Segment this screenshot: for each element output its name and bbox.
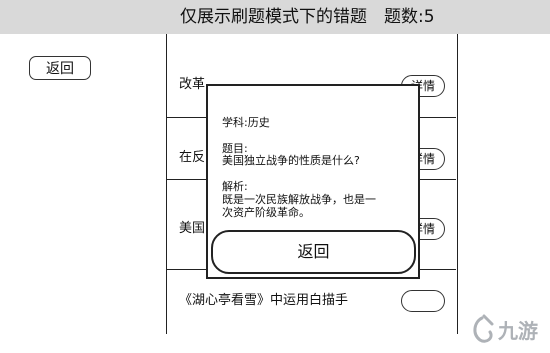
list-item-text: 美国 <box>179 221 206 236</box>
dialog-analysis-label: 解析: <box>222 180 248 193</box>
dialog-subject: 学科:历史 <box>222 116 270 129</box>
list-item[interactable]: 《湖心亭看雪》中运用白描手 <box>167 270 456 334</box>
dialog-analysis-line-1: 既是一次民族解放战争，也是一 <box>222 193 376 206</box>
header-title: 仅展示刷题模式下的错题 题数:5 <box>180 7 435 27</box>
jiuyou-watermark: 九游 <box>473 314 538 343</box>
dialog-question-text: 美国独立战争的性质是什么? <box>222 154 360 167</box>
top-header-bar: 仅展示刷题模式下的错题 题数:5 <box>0 0 550 34</box>
back-button[interactable]: 返回 <box>29 56 91 80</box>
detail-button[interactable] <box>401 290 445 312</box>
watermark-text: 九游 <box>497 319 538 343</box>
list-item-text: 《湖心亭看雪》中运用白描手 <box>179 293 349 308</box>
list-item-text: 在反 <box>179 150 206 165</box>
dialog-analysis-line-2: 次资产阶级革命。 <box>222 206 310 219</box>
dialog-return-button[interactable]: 返回 <box>211 230 416 274</box>
jiuyou-logo-icon <box>473 314 494 343</box>
list-item-text: 改革 <box>179 77 206 92</box>
question-detail-dialog: 学科:历史 题目: 美国独立战争的性质是什么? 解析: 既是一次民族解放战争，也… <box>206 84 420 279</box>
